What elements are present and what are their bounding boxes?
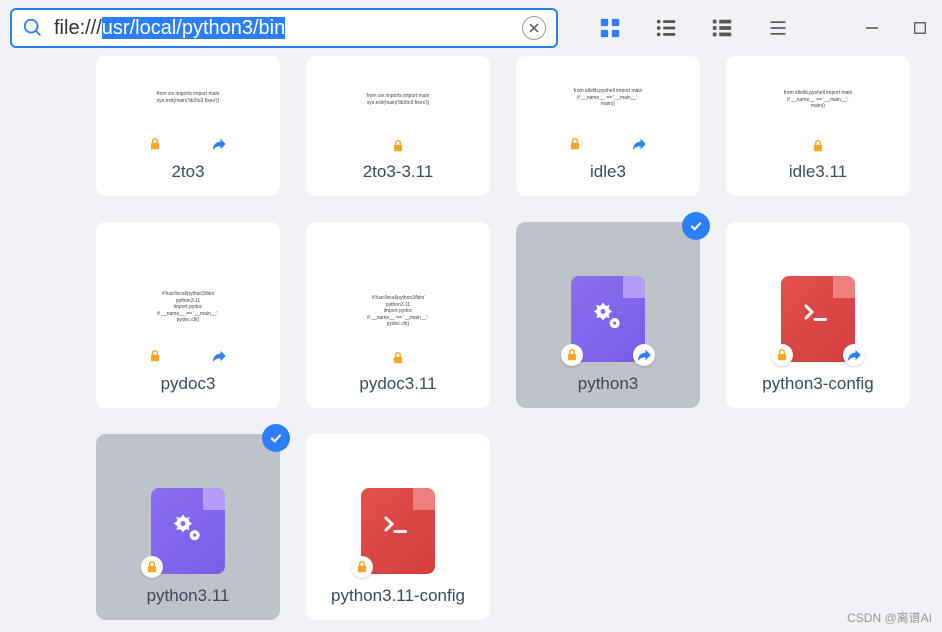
lock-icon xyxy=(561,344,583,366)
search-container[interactable]: file:///usr/local/python3/bin xyxy=(10,8,558,48)
file-card[interactable]: #!/usr/local/python3/bin/python3.11impor… xyxy=(306,222,490,408)
file-name: pydoc3.11 xyxy=(359,374,436,394)
lock-icon xyxy=(810,138,826,154)
check-icon xyxy=(262,424,290,452)
file-card[interactable]: from six.imports import mainsys.exit(mai… xyxy=(96,56,280,196)
share-icon xyxy=(843,344,865,366)
watermark: CSDN @离谱AI xyxy=(847,609,932,626)
file-preview: #!/usr/local/python3/bin/python3.11impor… xyxy=(143,278,233,338)
badges xyxy=(567,134,649,154)
file-grid: from six.imports import mainsys.exit(mai… xyxy=(0,56,942,620)
view-buttons xyxy=(598,16,790,40)
maximize-button[interactable] xyxy=(910,18,930,38)
lock-icon xyxy=(567,136,583,152)
config-icon xyxy=(361,488,435,574)
share-icon xyxy=(209,346,229,366)
lock-icon xyxy=(771,344,793,366)
clear-button[interactable] xyxy=(522,16,546,40)
file-name: python3.11 xyxy=(147,586,230,606)
file-name: idle3.11 xyxy=(789,162,847,182)
share-icon xyxy=(633,344,655,366)
address-prefix: file:/// xyxy=(54,17,102,39)
file-card[interactable]: from six.imports import mainsys.exit(mai… xyxy=(306,56,490,196)
toolbar: file:///usr/local/python3/bin xyxy=(0,0,942,56)
address-input[interactable]: file:///usr/local/python3/bin xyxy=(54,17,512,40)
badges xyxy=(147,346,229,366)
badges xyxy=(390,350,406,366)
minimize-button[interactable] xyxy=(862,18,882,38)
binary-icon xyxy=(151,488,225,574)
file-name: python3-config xyxy=(762,374,874,394)
check-icon xyxy=(682,212,710,240)
lock-icon xyxy=(147,136,163,152)
lock-icon xyxy=(390,350,406,366)
file-preview: from idlelib.pyshell import mainif __nam… xyxy=(773,70,863,130)
grid-view-icon[interactable] xyxy=(598,16,622,40)
file-card[interactable]: from idlelib.pyshell import mainif __nam… xyxy=(726,56,910,196)
lock-icon xyxy=(147,348,163,364)
detail-view-icon[interactable] xyxy=(710,16,734,40)
binary-icon xyxy=(571,276,645,362)
address-selection: usr/local/python3/bin xyxy=(102,17,285,39)
badges xyxy=(810,138,826,154)
file-card[interactable]: python3.11 xyxy=(96,434,280,620)
file-card[interactable]: python3.11-config xyxy=(306,434,490,620)
file-name: python3.11-config xyxy=(331,586,465,606)
share-icon xyxy=(629,134,649,154)
file-preview: from six.imports import mainsys.exit(mai… xyxy=(353,70,443,130)
badges xyxy=(390,138,406,154)
share-icon xyxy=(209,134,229,154)
search-icon xyxy=(22,17,44,39)
file-name: pydoc3 xyxy=(161,374,216,394)
file-card[interactable]: #!/usr/local/python3/bin/python3.11impor… xyxy=(96,222,280,408)
window-controls xyxy=(862,18,930,38)
compact-view-icon[interactable] xyxy=(766,16,790,40)
config-icon xyxy=(781,276,855,362)
badges xyxy=(147,134,229,154)
file-card[interactable]: python3 xyxy=(516,222,700,408)
file-name: python3 xyxy=(578,374,639,394)
file-preview: from six.imports import mainsys.exit(mai… xyxy=(143,70,233,126)
file-preview: from idlelib.pyshell import mainif __nam… xyxy=(563,70,653,126)
lock-icon xyxy=(351,556,373,578)
list-view-icon[interactable] xyxy=(654,16,678,40)
file-name: idle3 xyxy=(590,162,626,182)
file-name: 2to3 xyxy=(171,162,204,182)
file-preview: #!/usr/local/python3/bin/python3.11impor… xyxy=(353,282,443,342)
lock-icon xyxy=(390,138,406,154)
lock-icon xyxy=(141,556,163,578)
file-card[interactable]: python3-config xyxy=(726,222,910,408)
file-name: 2to3-3.11 xyxy=(363,162,434,182)
file-card[interactable]: from idlelib.pyshell import mainif __nam… xyxy=(516,56,700,196)
